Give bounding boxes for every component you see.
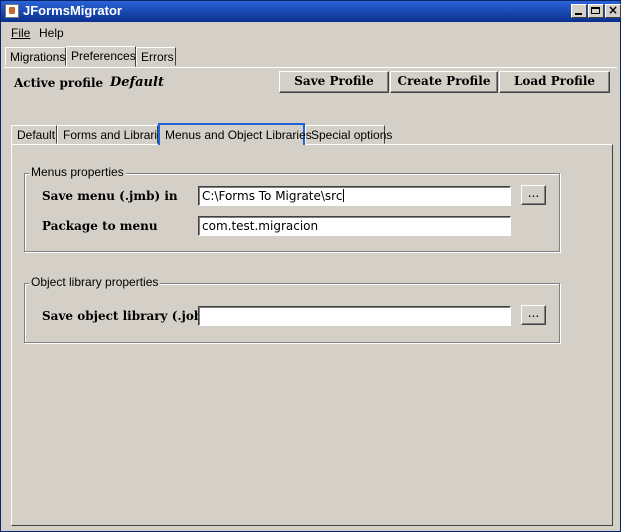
- package-to-menu-input[interactable]: com.test.migracion: [198, 216, 511, 236]
- tab-migrations[interactable]: Migrations: [5, 47, 66, 66]
- browse-object-library-button[interactable]: ...: [521, 305, 546, 325]
- save-object-library-input[interactable]: [198, 306, 511, 326]
- menu-help[interactable]: Help: [39, 26, 64, 40]
- menus-properties-group: Menus properties: [24, 165, 560, 252]
- subtab-default[interactable]: Default: [11, 125, 57, 144]
- java-app-icon: [5, 4, 19, 18]
- object-library-properties-legend: Object library properties: [29, 275, 161, 289]
- close-button[interactable]: ×: [605, 3, 621, 18]
- minimize-button[interactable]: [571, 4, 587, 18]
- title-bar[interactable]: JFormsMigrator ×: [1, 1, 621, 22]
- subtab-forms-and-libraries[interactable]: Forms and Libraries: [57, 125, 170, 144]
- save-menu-path-input[interactable]: C:\Forms To Migrate\src: [198, 186, 511, 206]
- load-profile-button[interactable]: Load Profile: [499, 71, 610, 93]
- tab-errors[interactable]: Errors: [136, 47, 176, 66]
- close-icon: ×: [607, 3, 619, 17]
- subtab-menus-and-object-libraries[interactable]: Menus and Object Libraries: [158, 123, 312, 145]
- menus-properties-legend: Menus properties: [29, 165, 126, 179]
- subtab-special-options[interactable]: Special options: [305, 125, 392, 144]
- tab-preferences[interactable]: Preferences: [66, 46, 136, 67]
- window-title: JFormsMigrator: [23, 3, 122, 18]
- create-profile-button[interactable]: Create Profile: [390, 71, 498, 93]
- maximize-button[interactable]: [588, 4, 604, 18]
- save-profile-button[interactable]: Save Profile: [279, 71, 389, 93]
- menu-bar: File Help: [1, 23, 620, 43]
- minimize-icon: [575, 13, 582, 15]
- save-menu-label: Save menu (.jmb) in: [42, 189, 178, 203]
- app-window: JFormsMigrator × File Help Migrations Pr…: [0, 0, 621, 532]
- maximize-icon: [591, 7, 600, 14]
- package-to-menu-label: Package to menu: [42, 219, 158, 233]
- save-menu-path-value: C:\Forms To Migrate\src: [202, 189, 343, 203]
- menu-file[interactable]: File: [11, 26, 30, 40]
- active-profile-label: Active profile: [14, 76, 104, 90]
- browse-menu-button[interactable]: ...: [521, 185, 546, 205]
- text-caret: [343, 189, 345, 202]
- active-profile-name: Default: [110, 75, 164, 90]
